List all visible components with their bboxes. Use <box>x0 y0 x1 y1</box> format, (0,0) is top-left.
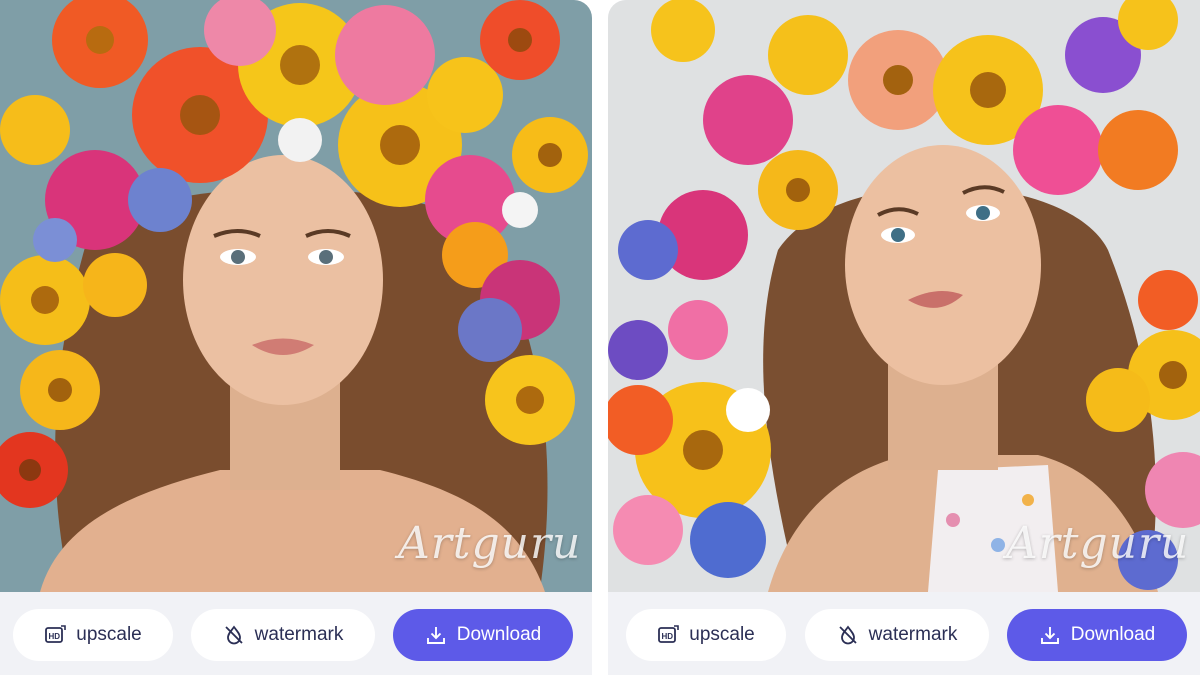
remove-watermark-button[interactable]: watermark <box>191 609 375 661</box>
upscale-label: upscale <box>689 624 755 645</box>
download-label: Download <box>456 624 542 645</box>
upscale-button[interactable]: HD upscale <box>13 609 173 661</box>
artguru-watermark: Artguru <box>1006 518 1190 569</box>
generated-image-1[interactable] <box>0 0 592 592</box>
watermark-label: watermark <box>254 624 344 645</box>
download-button[interactable]: Download <box>393 609 573 661</box>
download-label: Download <box>1070 624 1156 645</box>
download-icon <box>425 624 447 646</box>
action-bar: HD upscale watermark Download <box>0 592 592 675</box>
portrait-artwork-2 <box>608 0 1200 592</box>
action-bar: HD upscale watermark Download <box>608 592 1200 675</box>
no-watermark-icon <box>223 624 245 646</box>
hd-upscale-icon: HD <box>657 624 680 646</box>
remove-watermark-button[interactable]: watermark <box>805 609 989 661</box>
hd-upscale-icon: HD <box>44 624 67 646</box>
no-watermark-icon <box>837 624 859 646</box>
svg-text:HD: HD <box>49 632 61 641</box>
result-card-1: Artguru HD upscale watermark Download <box>0 0 592 675</box>
card-gap <box>592 0 608 675</box>
download-button[interactable]: Download <box>1007 609 1187 661</box>
artguru-watermark: Artguru <box>398 518 582 569</box>
generated-image-2[interactable] <box>608 0 1200 592</box>
svg-text:HD: HD <box>662 632 674 641</box>
portrait-artwork-1 <box>0 0 592 592</box>
watermark-label: watermark <box>868 624 958 645</box>
download-icon <box>1039 624 1061 646</box>
upscale-label: upscale <box>76 624 142 645</box>
upscale-button[interactable]: HD upscale <box>626 609 786 661</box>
result-card-2: Artguru HD upscale watermark Download <box>608 0 1200 675</box>
